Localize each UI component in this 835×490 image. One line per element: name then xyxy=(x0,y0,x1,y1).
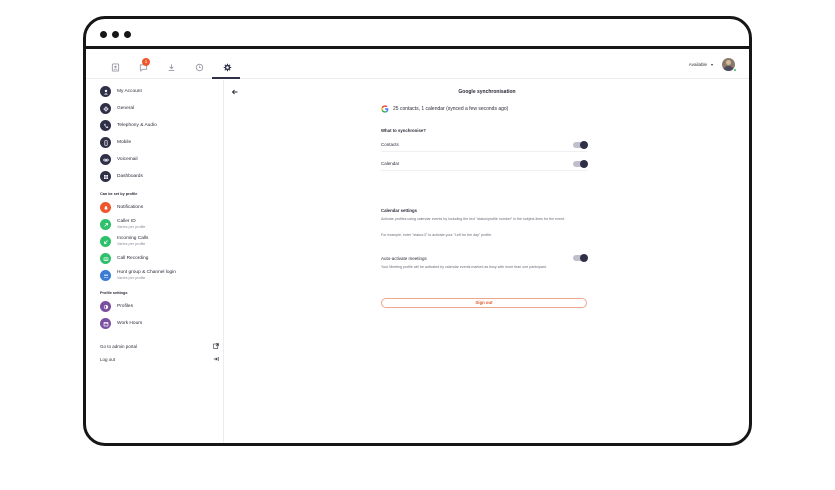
logout-link[interactable]: Log out xyxy=(100,356,219,363)
user-icon xyxy=(100,86,111,97)
status-selector[interactable]: Available ▾ xyxy=(689,62,713,67)
sidebar-item-telephony[interactable]: Telephony & Audio xyxy=(100,120,157,131)
sync-section-title: What to synchronise? xyxy=(381,128,426,133)
record-icon xyxy=(100,253,111,264)
page-title: Google synchronisation xyxy=(458,89,516,95)
window-dot-1 xyxy=(100,31,107,38)
sidebar-item-profiles[interactable]: Profiles xyxy=(100,301,133,312)
sync-status-row: 25 contacts, 1 calendar (synced a few se… xyxy=(381,105,508,113)
sidebar-item-call-recording[interactable]: Call Recording xyxy=(100,253,148,264)
phone-icon xyxy=(100,120,111,131)
device-frame: 1 Available ▾ My Account General Telepho… xyxy=(83,16,752,446)
group-icon xyxy=(100,270,111,281)
calendar-toggle[interactable] xyxy=(573,159,588,168)
profile-settings-section-title: Profile settings xyxy=(100,291,128,295)
contacts-toggle[interactable] xyxy=(573,140,588,149)
mobile-icon xyxy=(100,137,111,148)
status-label: Available xyxy=(688,62,707,67)
sidebar-item-work-hours[interactable]: Work Hours xyxy=(100,318,142,329)
auto-activate-row: Auto-activate meetings xyxy=(381,251,588,265)
logout-icon xyxy=(213,356,219,363)
admin-portal-link[interactable]: Go to admin portal xyxy=(100,343,219,350)
profiles-icon xyxy=(100,301,111,312)
sidebar-item-notifications[interactable]: Notifications xyxy=(100,202,143,213)
contacts-icon[interactable] xyxy=(110,62,120,72)
chevron-down-icon: ▾ xyxy=(710,62,713,67)
presence-indicator xyxy=(733,68,737,72)
settings-icon[interactable] xyxy=(222,62,232,72)
sidebar-item-caller-id[interactable]: Caller ID Varies per profile xyxy=(100,219,145,230)
calendar-settings-description: Activate profiles using calendar events … xyxy=(381,217,565,221)
auto-activate-description: Your Meeting profile will be activated b… xyxy=(381,265,547,269)
sidebar-item-voicemail[interactable]: Voicemail xyxy=(100,154,138,165)
sync-status-text: 25 contacts, 1 calendar (synced a few se… xyxy=(393,106,509,112)
top-navigation: 1 Available ▾ xyxy=(86,52,749,79)
gear-icon xyxy=(100,103,111,114)
sign-out-button[interactable]: Sign out xyxy=(381,298,587,308)
google-icon xyxy=(381,105,389,113)
sidebar-item-general[interactable]: General xyxy=(100,103,134,114)
bell-icon xyxy=(100,202,111,213)
calendar-settings-example: For example, enter "status:3" to activat… xyxy=(381,233,492,237)
history-icon[interactable] xyxy=(194,62,204,72)
sidebar-item-hunt-group[interactable]: Hunt group & Channel login Varies per pr… xyxy=(100,270,176,281)
contacts-setting-row: Contacts xyxy=(381,138,588,152)
notification-badge: 1 xyxy=(142,58,150,66)
calendar-icon xyxy=(100,318,111,329)
window-dot-3 xyxy=(124,31,131,38)
dashboard-icon xyxy=(100,171,111,182)
window-dot-2 xyxy=(112,31,119,38)
sidebar-item-incoming-calls[interactable]: Incoming Calls Varies per profile xyxy=(100,236,148,247)
active-tab-indicator xyxy=(212,77,240,79)
sidebar-item-dashboards[interactable]: Dashboards xyxy=(100,171,143,182)
main-content: Google synchronisation 25 contacts, 1 ca… xyxy=(225,80,749,443)
external-link-icon xyxy=(213,343,219,350)
profile-section-title: Can be set by profile xyxy=(100,192,138,196)
sidebar-item-mobile[interactable]: Mobile xyxy=(100,137,131,148)
window-titlebar xyxy=(86,19,749,49)
voicemail-icon xyxy=(100,154,111,165)
chat-icon[interactable]: 1 xyxy=(138,58,150,72)
outgoing-call-icon xyxy=(100,219,111,230)
auto-activate-toggle[interactable] xyxy=(573,254,588,262)
incoming-call-icon xyxy=(100,236,111,247)
calendar-settings-title: Calendar settings xyxy=(381,208,418,213)
settings-sidebar: My Account General Telephony & Audio Mob… xyxy=(86,80,224,443)
download-icon[interactable] xyxy=(166,62,176,72)
calendar-setting-row: Calendar xyxy=(381,157,588,171)
sidebar-item-my-account[interactable]: My Account xyxy=(100,86,142,97)
